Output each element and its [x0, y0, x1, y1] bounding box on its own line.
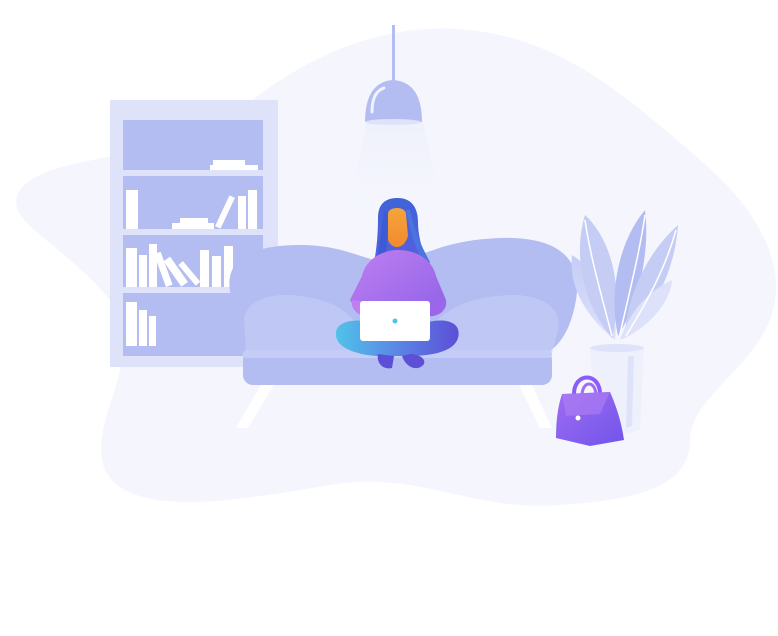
illustration-scene [0, 0, 778, 636]
illustration-canvas [16, 25, 777, 506]
laptop-icon [360, 301, 430, 341]
